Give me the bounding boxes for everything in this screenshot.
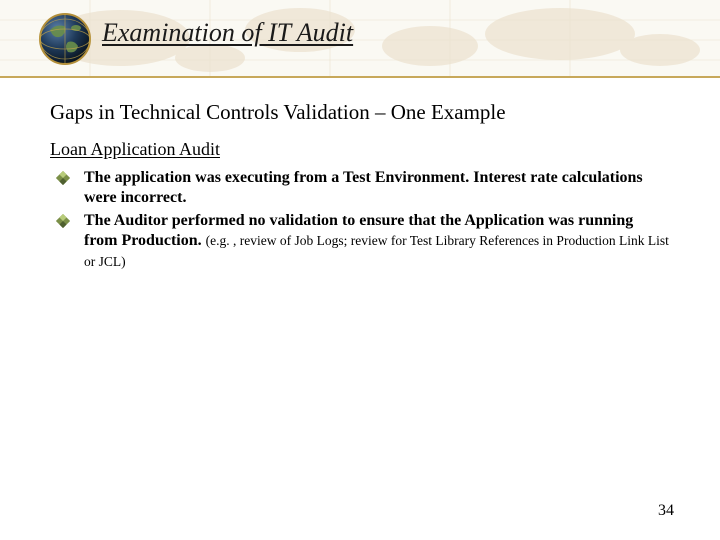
slide-content: Gaps in Technical Controls Validation – … [0, 78, 720, 272]
list-item: The Auditor performed no validation to e… [80, 211, 670, 272]
diamond-bullet-icon [56, 214, 70, 228]
slide-header: Examination of IT Audit [0, 0, 720, 78]
slide-subtitle: Gaps in Technical Controls Validation – … [50, 100, 670, 125]
header-divider [0, 76, 720, 78]
bullet-list: The application was executing from a Tes… [50, 168, 670, 272]
section-heading: Loan Application Audit [50, 139, 670, 160]
page-number: 34 [658, 502, 674, 520]
slide-title: Examination of IT Audit [102, 18, 353, 48]
diamond-bullet-icon [56, 171, 70, 185]
bullet-text: The application was executing from a Tes… [84, 169, 643, 206]
globe-icon [38, 12, 92, 66]
list-item: The application was executing from a Tes… [80, 168, 670, 209]
